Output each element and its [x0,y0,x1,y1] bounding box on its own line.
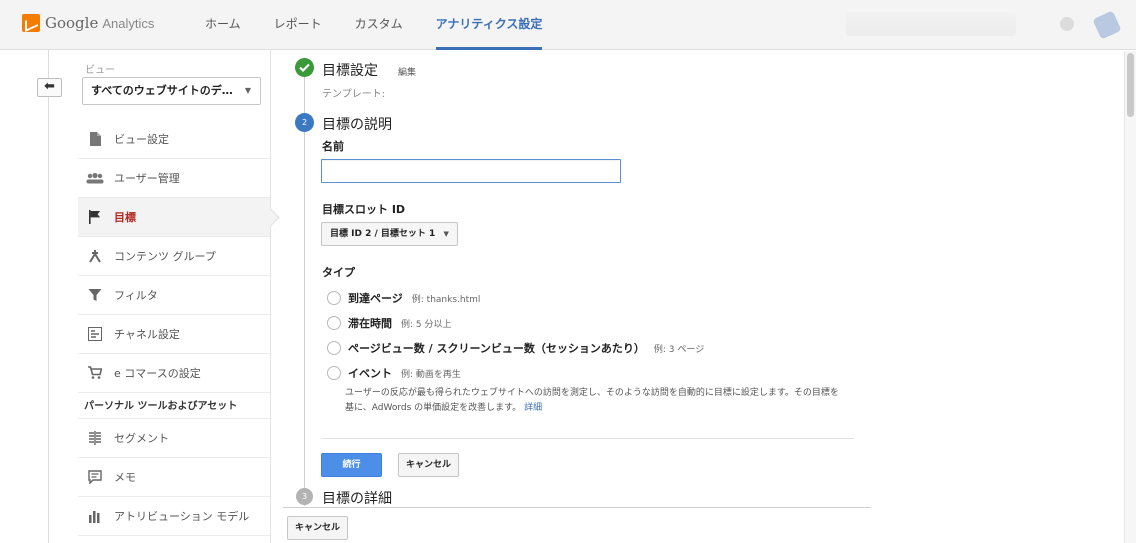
goal-type-example: 例: 3 ページ [653,344,705,355]
goal-type-event[interactable]: イベント 例: 動画を再生 [327,365,461,381]
radio-button[interactable] [327,291,341,305]
sidebar-item-label: 目標 [114,211,136,224]
memo-icon [86,468,104,486]
sidebar-menu: ビュー設定 ユーザー管理 目標 コンテンツ グループ フィルタ チャネル設定 e… [78,120,270,536]
step2-title: 目標の説明 [322,117,392,133]
goal-type-duration[interactable]: 滞在時間 例: 5 分以上 [327,315,451,331]
detail-link[interactable]: 詳細 [524,403,542,413]
sidebar-item-goals[interactable]: 目標 [78,198,270,237]
nav-report[interactable]: レポート [274,0,322,50]
sidebar-item-ecommerce-settings[interactable]: e コマースの設定 [78,354,270,393]
google-analytics-logo[interactable]: Google Analytics [22,14,154,32]
top-header: Google Analytics ホーム レポート カスタム アナリティクス設定 [0,0,1136,50]
sidebar-item-label: セグメント [114,432,169,445]
chevron-down-icon: ▼ [443,230,449,238]
goal-type-pages-per-session[interactable]: ページビュー数 / スクリーンビュー数（セッションあたり） 例: 3 ページ [327,340,704,356]
view-label: ビュー [85,65,115,76]
users-icon [86,169,104,187]
sidebar-item-content-grouping[interactable]: コンテンツ グループ [78,237,270,276]
radio-button[interactable] [327,341,341,355]
nav-home[interactable]: ホーム [205,0,241,50]
goal-slot-select[interactable]: 目標 ID 2 / 目標セット 1 ▼ [321,222,458,246]
sidebar-section-title: パーソナル ツールおよびアセット [78,393,270,419]
name-label: 名前 [322,140,344,153]
goal-type-example: 例: 動画を再生 [401,369,461,380]
template-label: テンプレート: [322,89,386,100]
smart-goal-description: ユーザーの反応が最も得られたウェブサイトへの訪問を測定し、そのような訪問を自動的… [345,386,855,416]
sidebar-item-annotations[interactable]: メモ [78,458,270,497]
sidebar-item-label: アトリビューション モデル [114,510,250,523]
sidebar-item-label: ビュー設定 [114,133,169,146]
back-arrow-icon: ⬅ [44,79,55,94]
step2-number-badge: 2 [295,113,314,132]
flag-icon [86,208,104,226]
nav-admin[interactable]: アナリティクス設定 [435,0,543,50]
goal-type-label: ページビュー数 / スクリーンビュー数（セッションあたり） [348,342,645,355]
radio-button[interactable] [327,316,341,330]
admin-sidebar: ビュー すべてのウェブサイトのデ… ▼ ビュー設定 ユーザー管理 目標 コンテン… [78,50,271,543]
sidebar-item-filters[interactable]: フィルタ [78,276,270,315]
view-selector-value: すべてのウェブサイトのデ… [91,84,233,97]
goal-name-input[interactable] [321,159,621,183]
segment-icon [86,429,104,447]
cancel-button[interactable]: キャンセル [287,516,348,540]
goal-slot-label: 目標スロット ID [322,203,406,216]
vertical-scrollbar[interactable] [1124,51,1136,543]
goal-type-label: 滞在時間 [348,317,392,330]
radio-button[interactable] [327,366,341,380]
chevron-down-icon: ▼ [244,86,251,95]
account-selector[interactable] [846,12,1016,36]
sidebar-item-label: チャネル設定 [114,328,180,341]
analytics-logo-icon [22,14,40,32]
continue-button[interactable]: 続行 [321,453,382,477]
goal-type-example: 例: 5 分以上 [401,319,452,330]
step1-edit-link[interactable]: 編集 [398,65,416,78]
notification-icon[interactable] [1092,10,1122,40]
sidebar-item-view-settings[interactable]: ビュー設定 [78,120,270,159]
goal-slot-value: 目標 ID 2 / 目標セット 1 [330,229,436,239]
form-divider [321,438,854,439]
sidebar-item-attribution-models[interactable]: アトリビューション モデル [78,497,270,536]
goal-type-example: 例: thanks.html [411,294,481,305]
sidebar-item-channel-settings[interactable]: チャネル設定 [78,315,270,354]
sidebar-item-label: メモ [114,471,136,484]
description-line: ユーザーの反応が最も得られたウェブサイトへの訪問を測定し、そのような訪問を自動的… [345,388,839,398]
scrollbar-thumb[interactable] [1127,53,1134,117]
rail-divider [48,50,49,543]
back-button[interactable]: ⬅ [37,78,62,97]
content-group-icon [86,247,104,265]
bottom-divider [283,507,871,508]
attribution-icon [86,507,104,525]
step1-title: 目標設定 [322,63,378,79]
step-cancel-button[interactable]: キャンセル [398,453,459,477]
sidebar-item-user-management[interactable]: ユーザー管理 [78,159,270,198]
goal-type-destination[interactable]: 到達ページ 例: thanks.html [327,290,480,306]
logo-google-text: Google [45,14,99,32]
step3-number-badge: 3 [296,488,313,505]
sidebar-item-segments[interactable]: セグメント [78,419,270,458]
description-line: 基に、AdWords の単価設定を改善します。 [345,403,522,413]
cart-icon [86,364,104,382]
nav-custom[interactable]: カスタム [355,0,403,50]
view-selector[interactable]: すべてのウェブサイトのデ… ▼ [82,77,261,105]
top-nav: ホーム レポート カスタム アナリティクス設定 [205,0,575,50]
filter-icon [86,286,104,304]
sidebar-item-label: コンテンツ グループ [114,250,216,263]
sidebar-item-label: ユーザー管理 [114,172,180,185]
document-icon [86,130,104,148]
check-icon [295,58,314,77]
goal-type-label: 到達ページ [348,292,403,305]
settings-icon[interactable] [1060,17,1074,31]
type-label: タイプ [322,266,355,279]
goal-type-label: イベント [348,367,392,380]
channel-icon [86,325,104,343]
step3-title: 目標の詳細 [322,491,392,507]
sidebar-item-label: フィルタ [114,289,158,302]
sidebar-item-label: e コマースの設定 [114,367,201,380]
step-connector-line [304,66,305,506]
logo-analytics-text: Analytics [102,15,155,31]
